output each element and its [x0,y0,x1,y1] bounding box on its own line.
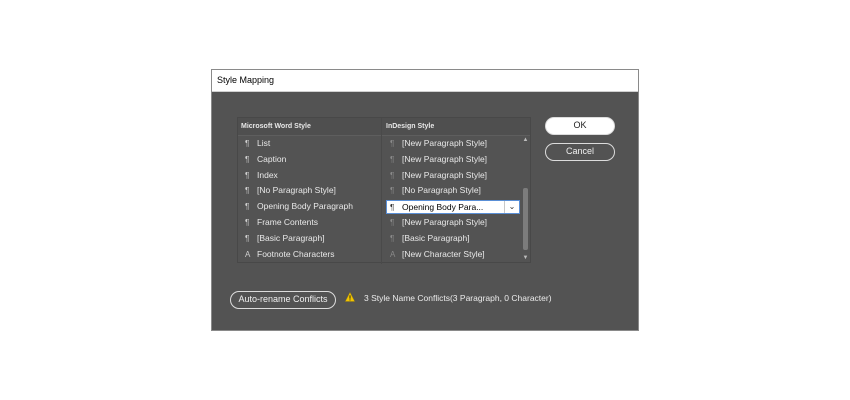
paragraph-style-icon: ¶ [390,233,395,243]
indesign-style-cell[interactable]: ¶ [New Paragraph Style] [390,168,487,184]
word-style-name: Footnote Characters [257,248,335,259]
indesign-style-name: [New Character Style] [402,248,485,259]
character-style-icon: A [390,249,396,259]
table-row[interactable]: ¶ [No Paragraph Style] ¶ [No Paragraph Sty… [238,183,520,199]
table-row-selected[interactable]: ¶ Opening Body Paragraph ¶ Opening Body Pa… [238,199,520,215]
paragraph-style-icon: ¶ [390,170,395,180]
indesign-style-name: [New Paragraph Style] [402,169,488,180]
word-style-cell: ¶ Index [245,168,278,184]
word-style-name: Caption [257,153,287,164]
paragraph-style-icon: ¶ [245,202,250,212]
paragraph-style-icon: ¶ [245,186,250,196]
paragraph-style-icon: ¶ [390,203,395,213]
paragraph-style-icon: ¶ [245,139,250,148]
indesign-style-dropdown[interactable]: ¶ Opening Body Para... ⌄ [386,200,520,215]
indesign-style-name: [New Paragraph Style] [402,138,488,148]
paragraph-style-icon: ¶ [390,139,395,148]
paragraph-style-icon: ¶ [390,154,395,164]
word-style-cell: ¶ Caption [245,152,286,168]
chevron-down-icon[interactable]: ⌄ [504,201,519,214]
indesign-style-name: [New Paragraph Style] [402,216,488,227]
indesign-style-cell[interactable]: ¶ [New Paragraph Style] [390,215,487,231]
word-style-cell: ¶ Frame Contents [245,215,318,231]
indesign-style-cell[interactable]: ¶ [No Paragraph Style] [390,183,481,199]
word-style-cell: ¶ [Basic Paragraph] [245,231,325,247]
indesign-style-cell[interactable]: ¶ [New Paragraph Style] [390,152,487,168]
word-style-cell: A Footnote Characters [245,247,334,263]
paragraph-style-icon: ¶ [245,233,250,243]
column-header-word-style: Microsoft Word Style [241,123,311,130]
indesign-style-cell[interactable]: A [New Character Style] [390,247,485,263]
word-style-name: List [257,138,271,148]
word-style-name: Index [257,169,278,180]
word-style-name: [Basic Paragraph] [257,232,325,243]
auto-rename-conflicts-button[interactable]: Auto-rename Conflicts [230,291,336,309]
indesign-style-cell[interactable]: ¶ [New Paragraph Style] [390,136,487,152]
table-row[interactable]: ¶ List ¶ [New Paragraph Style] [238,136,520,152]
word-style-cell: ¶ Opening Body Paragraph [245,199,353,215]
table-row[interactable]: ¶ [Basic Paragraph] ¶ [Basic Paragraph] [238,231,520,247]
indesign-style-name: [New Paragraph Style] [402,153,488,164]
indesign-style-cell[interactable]: ¶ [Basic Paragraph] [390,231,470,247]
scrollbar-thumb[interactable] [523,188,528,250]
word-style-name: Frame Contents [257,216,318,227]
paragraph-style-icon: ¶ [390,186,395,196]
cancel-button[interactable]: Cancel [545,143,615,161]
table-rows: ¶ List ¶ [New Paragraph Style] ¶ Caption ¶ [… [238,136,520,262]
word-style-cell: ¶ [No Paragraph Style] [245,183,336,199]
word-style-name: [No Paragraph Style] [257,185,336,196]
paragraph-style-icon: ¶ [245,217,250,227]
table-scrollbar[interactable]: ▲ ▼ [521,136,530,262]
word-style-cell: ¶ List [245,136,270,152]
paragraph-style-icon: ¶ [245,170,250,180]
table-header: Microsoft Word Style InDesign Style [238,118,530,136]
indesign-style-name: [No Paragraph Style] [402,185,481,196]
conflict-status-text: 3 Style Name Conflicts(3 Paragraph, 0 Ch… [364,293,552,303]
table-row[interactable]: ¶ Frame Contents ¶ [New Paragraph Style] [238,215,520,231]
ok-button[interactable]: OK [545,117,615,135]
paragraph-style-icon: ¶ [390,217,395,227]
style-mapping-dialog: Style Mapping Microsoft Word Style InDes… [211,69,639,331]
table-row[interactable]: A Footnote Characters A [New Character Sty… [238,247,520,263]
table-row[interactable]: ¶ Caption ¶ [New Paragraph Style] [238,152,520,168]
scroll-up-icon[interactable]: ▲ [521,136,530,144]
column-header-indesign-style: InDesign Style [386,123,435,130]
indesign-style-name: [Basic Paragraph] [402,232,470,243]
scroll-down-icon[interactable]: ▼ [521,254,530,262]
dialog-title: Style Mapping [212,70,638,92]
word-style-name: Opening Body Paragraph [257,201,353,212]
character-style-icon: A [245,249,251,259]
indesign-style-selected-value: Opening Body Para... [402,202,484,213]
table-row[interactable]: ¶ Index ¶ [New Paragraph Style] [238,168,520,184]
paragraph-style-icon: ¶ [245,154,250,164]
style-mapping-table: Microsoft Word Style InDesign Style ¶ Lis… [237,117,531,264]
warning-icon [345,292,355,302]
